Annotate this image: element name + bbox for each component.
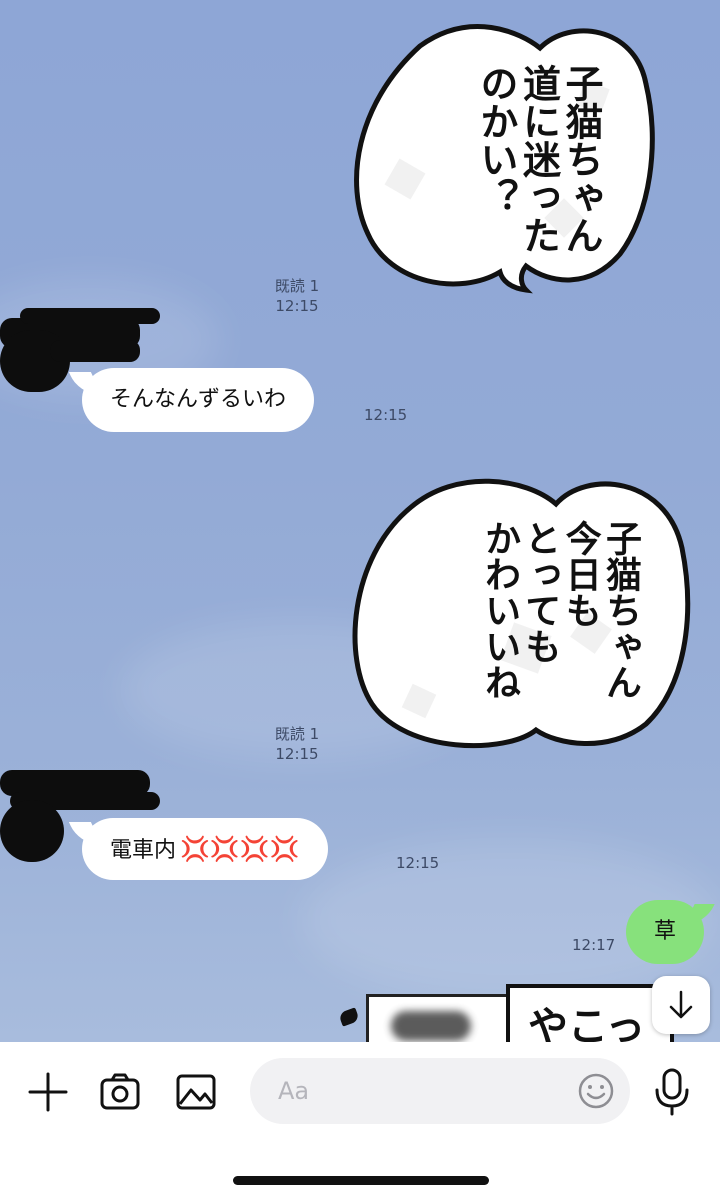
- anger-emoji: 💢💢💢💢: [180, 835, 300, 863]
- message-time: 12:15: [275, 297, 319, 315]
- sticker-line: かわいいね: [479, 520, 521, 700]
- read-label: 既読 1: [274, 725, 320, 743]
- sticker-line: 今日も: [559, 520, 601, 628]
- read-receipt: 既読 1 12:15: [262, 276, 332, 316]
- photo-button[interactable]: [170, 1066, 222, 1118]
- sticker-message[interactable]: 子猫ちゃん 今日も とっても かわいいね: [346, 468, 696, 754]
- partial-sticker[interactable]: やこっ: [338, 982, 680, 1042]
- emoji-icon: [578, 1073, 614, 1109]
- read-receipt: 既読 1 12:15: [262, 724, 332, 764]
- message-input-placeholder: Aa: [278, 1077, 310, 1105]
- sticker-line: 子猫ちゃん: [600, 520, 641, 700]
- message-time: 12:15: [275, 745, 319, 763]
- add-button[interactable]: [22, 1066, 74, 1118]
- outgoing-message-bubble[interactable]: 草: [626, 900, 705, 964]
- read-label: 既読 1: [274, 277, 320, 295]
- ink-splatter: [338, 1007, 360, 1027]
- sticker-line: のかい？: [473, 64, 518, 216]
- image-icon: [176, 1074, 216, 1110]
- message-text: そんなんずるいわ: [110, 387, 287, 412]
- camera-button[interactable]: [94, 1066, 146, 1118]
- scroll-to-bottom-button[interactable]: [652, 976, 710, 1034]
- voice-button[interactable]: [648, 1064, 696, 1120]
- message-text: 草: [654, 919, 677, 944]
- message-time: 12:15: [364, 406, 408, 424]
- arrow-down-icon: [669, 990, 693, 1019]
- sticker-panel: やこっ: [506, 984, 674, 1042]
- sticker-panel: [366, 994, 512, 1042]
- incoming-message-bubble[interactable]: 電車内 💢💢💢💢: [82, 818, 328, 880]
- message-input[interactable]: Aa: [250, 1058, 630, 1124]
- emoji-button[interactable]: [576, 1071, 616, 1111]
- message-time: 12:15: [396, 854, 440, 872]
- sticker-line: 道に迷った: [516, 64, 561, 254]
- partial-sticker-text: やこっ: [528, 1004, 646, 1042]
- incoming-message-bubble[interactable]: そんなんずるいわ: [82, 368, 315, 432]
- camera-icon: [100, 1073, 140, 1110]
- sticker-line: とっても: [519, 520, 561, 664]
- microphone-icon: [655, 1068, 689, 1116]
- message-time: 12:17: [572, 936, 616, 954]
- plus-icon: [28, 1072, 68, 1112]
- sticker-line: 子猫ちゃん: [559, 64, 603, 254]
- chat-area[interactable]: 子猫ちゃん 道に迷った のかい？ 既読 1 12:15 そんなんずるいわ 12:…: [0, 0, 720, 1042]
- home-indicator: [233, 1176, 489, 1185]
- message-text: 電車内: [110, 838, 177, 863]
- sticker-message[interactable]: 子猫ちゃん 道に迷った のかい？: [350, 14, 660, 300]
